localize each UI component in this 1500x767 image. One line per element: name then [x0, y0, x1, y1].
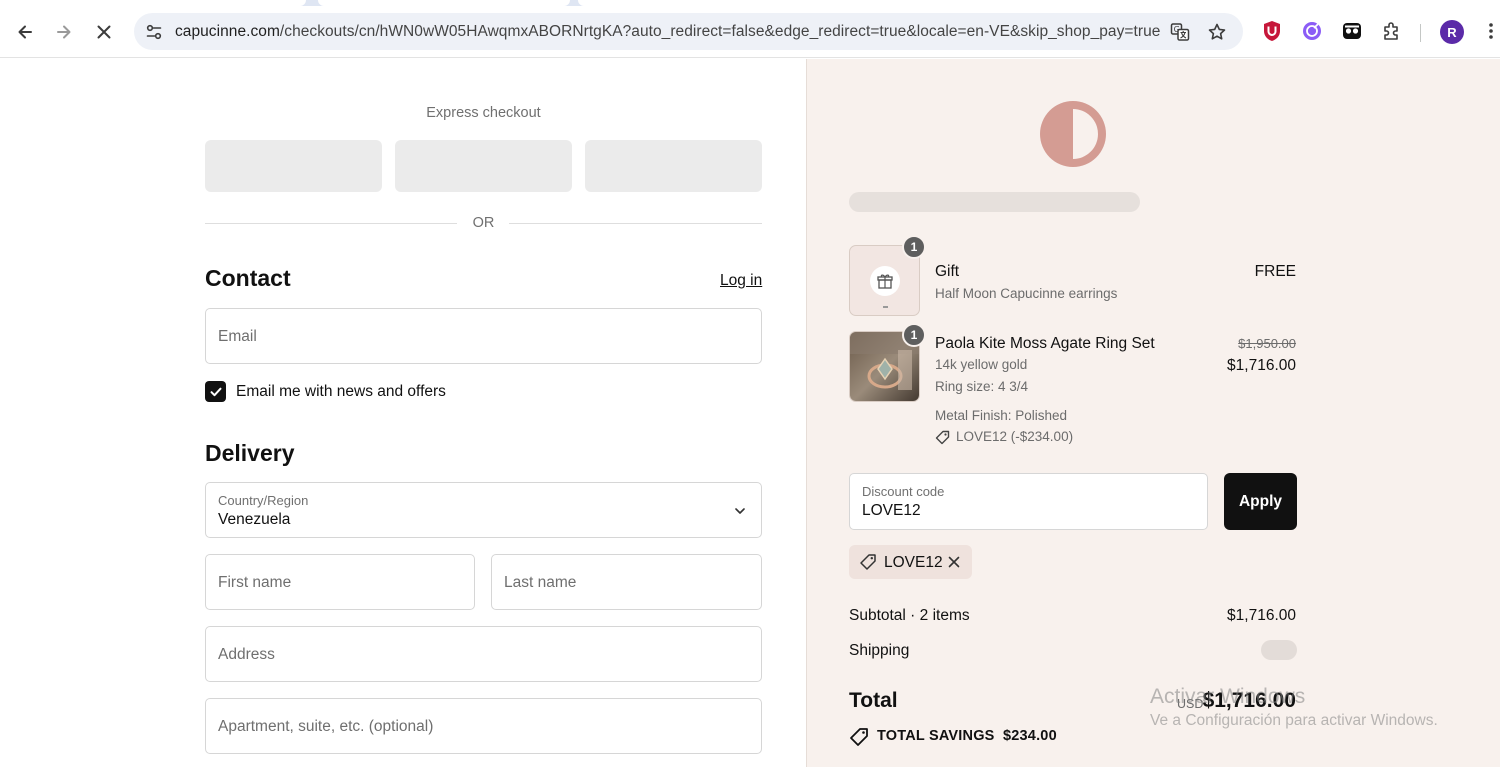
gift-icon — [870, 266, 900, 296]
applied-code: LOVE12 — [884, 554, 943, 571]
item-name: Gift — [935, 263, 960, 280]
country-label: Country/Region — [218, 493, 309, 508]
bookmark-star-icon[interactable] — [1207, 22, 1227, 42]
news-checkbox[interactable] — [205, 381, 226, 402]
back-arrow-icon — [18, 25, 32, 39]
express-checkout-button[interactable] — [585, 140, 762, 192]
url-text[interactable]: capucinne.com/checkouts/cn/hWN0wW05HAwqm… — [175, 23, 1160, 41]
total-label: Total — [849, 689, 898, 712]
remove-discount-icon[interactable] — [948, 556, 960, 568]
shipping-label: Shipping — [849, 642, 910, 659]
url-host: capucinne.com — [175, 23, 280, 40]
checkout-form-panel: Express checkout OR Contact Log in Email… — [0, 59, 806, 767]
forward-button[interactable] — [50, 18, 78, 46]
item-price: FREE — [1254, 263, 1296, 280]
divider-line — [509, 223, 762, 224]
extension-icon[interactable] — [1341, 20, 1363, 42]
first-name-placeholder: First name — [218, 574, 292, 591]
delivery-heading: Delivery — [205, 440, 295, 466]
applied-discount-chip: LOVE12 — [849, 545, 972, 579]
express-checkout-button[interactable] — [205, 140, 382, 192]
quantity-badge: 1 — [902, 235, 926, 259]
address-placeholder: Address — [218, 646, 275, 663]
original-price: $1,950.00 — [1238, 336, 1296, 351]
browser-menu-icon[interactable] — [1480, 20, 1500, 42]
country-select[interactable]: Country/Region Venezuela — [205, 482, 762, 538]
close-icon — [97, 25, 111, 39]
site-settings-icon[interactable] — [144, 22, 164, 42]
tag-icon — [935, 430, 950, 445]
windows-watermark-title: Activar Windows — [1150, 685, 1306, 708]
tag-icon — [860, 554, 876, 570]
ublock-extension-icon[interactable] — [1261, 20, 1283, 42]
news-checkbox-label[interactable]: Email me with news and offers — [236, 383, 446, 401]
or-divider: OR — [205, 215, 762, 233]
last-name-placeholder: Last name — [504, 574, 577, 591]
extension-icon[interactable] — [1301, 20, 1323, 42]
item-discount-text: LOVE12 (-$234.00) — [956, 429, 1074, 444]
translate-icon[interactable]: G — [1170, 22, 1190, 42]
tag-icon — [850, 728, 868, 746]
forward-arrow-icon — [57, 25, 71, 39]
apply-button[interactable]: Apply — [1224, 473, 1297, 530]
subtotal-label: Subtotal · 2 items — [849, 607, 970, 624]
browser-toolbar: capucinne.com/checkouts/cn/hWN0wW05HAwqm… — [0, 6, 1500, 58]
item-variant: 14k yellow gold — [935, 357, 1028, 372]
savings-label: TOTAL SAVINGS — [877, 728, 995, 744]
item-name: Paola Kite Moss Agate Ring Set — [935, 335, 1155, 352]
subtotal-value: $1,716.00 — [1227, 607, 1296, 624]
toolbar-divider — [1420, 24, 1421, 42]
discount-label: Discount code — [862, 484, 945, 499]
discount-code-field[interactable]: Discount code LOVE12 — [849, 473, 1208, 530]
chevron-down-icon — [735, 508, 745, 514]
thumb-dots — [883, 306, 888, 308]
back-button[interactable] — [11, 18, 39, 46]
item-size: Ring size: 4 3/4 — [935, 379, 1029, 394]
loading-placeholder — [849, 192, 1140, 212]
total-savings-text: TOTAL SAVINGS $234.00 — [877, 728, 1057, 744]
extensions-puzzle-icon[interactable] — [1381, 20, 1403, 42]
quantity-badge: 1 — [902, 323, 926, 347]
checkmark-icon — [210, 387, 221, 396]
shipping-loading-placeholder — [1261, 640, 1297, 660]
stop-loading-button[interactable] — [90, 18, 118, 46]
store-logo-icon — [1040, 101, 1106, 167]
discount-value: LOVE12 — [862, 502, 921, 519]
profile-avatar[interactable]: R — [1440, 20, 1464, 44]
express-checkout-button[interactable] — [395, 140, 572, 192]
url-path: /checkouts/cn/hWN0wW05HAwqmxABORNrtgKA?a… — [279, 23, 1161, 40]
address-bar[interactable]: capucinne.com/checkouts/cn/hWN0wW05HAwqm… — [134, 13, 1243, 50]
apartment-field[interactable]: Apartment, suite, etc. (optional) — [205, 698, 762, 754]
first-name-field[interactable]: First name — [205, 554, 475, 610]
order-summary-panel: 1 Gift Half Moon Capucinne earrings FREE… — [806, 59, 1500, 767]
express-checkout-title: Express checkout — [426, 105, 541, 121]
address-field[interactable]: Address — [205, 626, 762, 682]
contact-heading: Contact — [205, 265, 291, 291]
email-field[interactable]: Email — [205, 308, 762, 364]
item-price: $1,716.00 — [1227, 357, 1296, 374]
windows-watermark-text: Ve a Configuración para activar Windows. — [1150, 712, 1438, 729]
savings-value: $234.00 — [1003, 728, 1057, 744]
apartment-placeholder: Apartment, suite, etc. (optional) — [218, 718, 434, 735]
email-placeholder: Email — [218, 328, 257, 345]
item-variant: Half Moon Capucinne earrings — [935, 286, 1118, 301]
item-finish: Metal Finish: Polished — [935, 408, 1068, 423]
last-name-field[interactable]: Last name — [491, 554, 762, 610]
log-in-link[interactable]: Log in — [720, 272, 762, 290]
country-value: Venezuela — [218, 511, 291, 528]
